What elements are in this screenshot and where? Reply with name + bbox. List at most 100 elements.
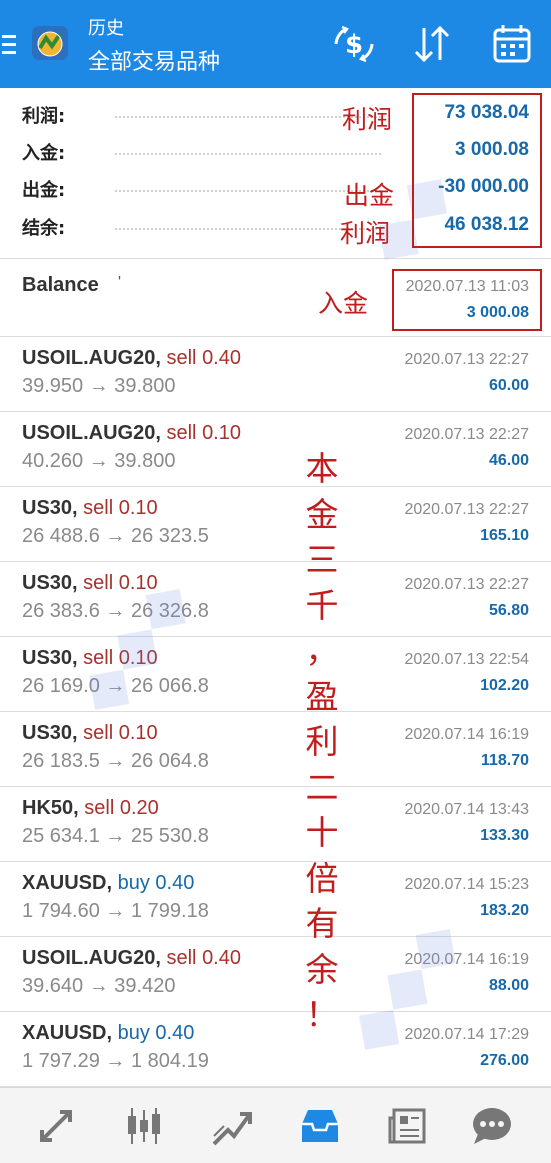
- deal-side: buy: [117, 1022, 150, 1044]
- annotation-char: 倍: [305, 858, 339, 898]
- deal-side: sell: [84, 797, 115, 819]
- annotation-vertical-note: 本金三千 ， 盈利二十倍有余 ！: [300, 446, 344, 1038]
- deal-side: sell: [83, 497, 114, 519]
- deal-symbol-name: XAUUSD,: [22, 872, 113, 894]
- deal-datetime: 2020.07.14 16:19: [404, 726, 529, 743]
- deal-side: sell: [83, 722, 114, 744]
- deal-prices: 39.950 → 39.800: [22, 375, 176, 397]
- deal-side-volume: sell 0.10: [166, 422, 241, 444]
- deal-datetime: 2020.07.14 15:23: [404, 876, 529, 893]
- summary-withdraw-label: 出金:: [22, 180, 66, 201]
- deal-profit: 56.80: [488, 602, 529, 619]
- deal-symbol: USOIL.AUG20, sell 0.10: [22, 422, 241, 445]
- deal-symbol-name: US30,: [22, 497, 78, 519]
- annotation-withdraw: 出金: [344, 181, 395, 210]
- currency-filter-icon[interactable]: $: [332, 22, 376, 66]
- deal-side-volume: sell 0.10: [83, 497, 158, 519]
- deal-volume: 0.40: [202, 947, 241, 969]
- symbol-filter-label[interactable]: 全部交易品种: [88, 44, 220, 76]
- deal-profit: 102.20: [480, 677, 529, 694]
- deal-volume: 0.10: [202, 422, 241, 444]
- deal-row[interactable]: USOIL.AUG20, sell 0.40 39.950 → 39.800 2…: [0, 336, 551, 412]
- deal-symbol: USOIL.AUG20, sell 0.40: [22, 947, 241, 970]
- deal-prices: 1 797.29 → 1 804.19: [22, 1050, 209, 1072]
- deal-profit: 118.70: [480, 752, 529, 769]
- deal-side: sell: [166, 422, 197, 444]
- summary-profit-label: 利润:: [22, 106, 66, 127]
- annotation-char: 有: [305, 904, 339, 943]
- deal-datetime: 2020.07.14 13:43: [404, 801, 529, 818]
- annotation-char: 余: [305, 949, 339, 989]
- deal-volume: 0.10: [118, 497, 158, 519]
- bottom-navigation: [0, 1087, 551, 1163]
- deal-profit: 165.10: [480, 527, 529, 544]
- hamburger-menu-icon[interactable]: [0, 30, 20, 58]
- deal-symbol: US30, sell 0.10: [22, 497, 158, 520]
- summary-highlight-box: [412, 93, 542, 248]
- news-icon[interactable]: [386, 1104, 430, 1148]
- deal-row[interactable]: US30, sell 0.10 26 383.6 → 26 326.8 2020…: [0, 561, 551, 637]
- annotation-char: 利: [305, 722, 339, 761]
- deal-side: sell: [166, 947, 197, 969]
- chat-icon[interactable]: [470, 1104, 514, 1148]
- balance-entry-name: Balance: [22, 274, 99, 296]
- quotes-icon[interactable]: [34, 1104, 78, 1148]
- deal-side-volume: buy 0.40: [118, 872, 195, 894]
- deal-datetime: 2020.07.14 17:29: [404, 1026, 529, 1043]
- deal-datetime: 2020.07.13 22:27: [404, 426, 529, 443]
- annotation-deposit: 入金: [318, 289, 369, 318]
- deal-symbol: XAUUSD, buy 0.40: [22, 1022, 194, 1045]
- annotation-char: 三: [305, 540, 339, 579]
- annotation-char: 二: [305, 767, 339, 807]
- deal-profit: 60.00: [488, 377, 529, 394]
- deal-prices: 1 794.60 → 1 799.18: [22, 900, 209, 922]
- deal-prices: 26 488.6 → 26 323.5: [22, 525, 209, 547]
- deal-volume: 0.40: [155, 1022, 195, 1044]
- deal-row[interactable]: US30, sell 0.10 26 183.5 → 26 064.8 2020…: [0, 711, 551, 787]
- deal-volume: 0.20: [119, 797, 159, 819]
- sort-icon[interactable]: [410, 22, 454, 66]
- deal-row[interactable]: XAUUSD, buy 0.40 1 797.29 → 1 804.19 202…: [0, 1011, 551, 1087]
- deal-side-volume: sell 0.40: [166, 947, 241, 969]
- deal-symbol-name: US30,: [22, 722, 78, 744]
- deal-row[interactable]: HK50, sell 0.20 25 634.1 → 25 530.8 2020…: [0, 786, 551, 862]
- deal-side: sell: [166, 347, 197, 369]
- deal-side: buy: [117, 872, 150, 894]
- deal-datetime: 2020.07.13 22:27: [404, 351, 529, 368]
- annotation-char: 盈: [305, 676, 339, 716]
- deal-row[interactable]: XAUUSD, buy 0.40 1 794.60 → 1 799.18 202…: [0, 861, 551, 937]
- annotation-profit: 利润: [342, 105, 393, 134]
- history-icon[interactable]: [298, 1104, 342, 1148]
- balance-entry-mark: ': [118, 274, 122, 291]
- metatrader-logo-icon[interactable]: [30, 22, 70, 62]
- deal-symbol-name: HK50,: [22, 797, 79, 819]
- summary-balance-label: 结余:: [22, 218, 66, 239]
- deal-profit: 276.00: [480, 1052, 529, 1069]
- deal-row[interactable]: US30, sell 0.10 26 488.6 → 26 323.5 2020…: [0, 486, 551, 562]
- deal-symbol-name: US30,: [22, 572, 78, 594]
- deal-side: sell: [83, 572, 114, 594]
- trade-icon[interactable]: [210, 1104, 254, 1148]
- annotation-char: 金: [305, 494, 339, 534]
- deal-profit: 88.00: [488, 977, 529, 994]
- calendar-icon[interactable]: [490, 22, 534, 66]
- deal-row[interactable]: USOIL.AUG20, sell 0.10 40.260 → 39.800 2…: [0, 411, 551, 487]
- deal-symbol-name: USOIL.AUG20,: [22, 947, 161, 969]
- deal-symbol-name: XAUUSD,: [22, 1022, 113, 1044]
- deal-datetime: 2020.07.13 22:54: [404, 651, 529, 668]
- annotation-balance-profit: 利润: [340, 219, 391, 248]
- deal-volume: 0.10: [118, 722, 158, 744]
- deal-profit: 46.00: [488, 452, 529, 469]
- deal-symbol: XAUUSD, buy 0.40: [22, 872, 194, 895]
- app-header: 历史 全部交易品种 $: [0, 0, 551, 88]
- annotation-char: 千: [305, 585, 339, 625]
- deal-profit: 183.20: [480, 902, 529, 919]
- deal-side-volume: sell 0.20: [84, 797, 159, 819]
- chart-icon[interactable]: [122, 1104, 166, 1148]
- page-title: 历史: [88, 18, 124, 39]
- deal-profit: 133.30: [480, 827, 529, 844]
- deal-prices: 39.640 → 39.420: [22, 975, 176, 997]
- deal-volume: 0.40: [202, 347, 241, 369]
- deposit-highlight-box: [392, 269, 542, 331]
- annotation-char: 十: [305, 813, 339, 852]
